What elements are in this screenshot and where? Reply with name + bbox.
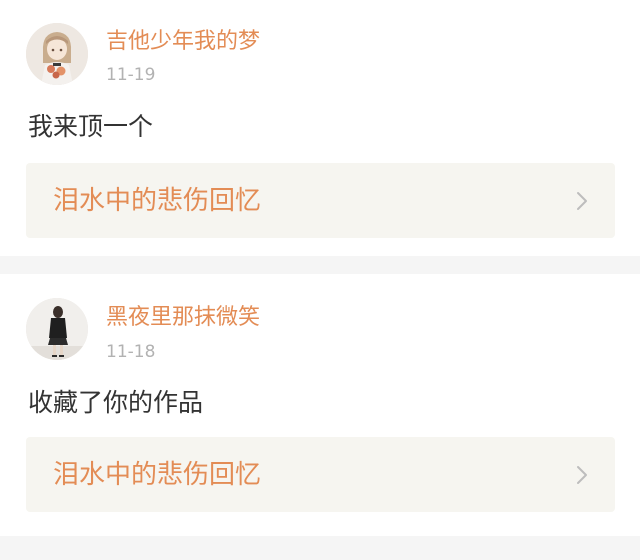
work-link[interactable]: 泪水中的悲伤回忆 bbox=[26, 163, 615, 238]
avatar-illustration bbox=[26, 298, 88, 360]
work-title: 泪水中的悲伤回忆 bbox=[53, 186, 262, 216]
comment-date: 11-19 bbox=[106, 65, 156, 85]
work-link[interactable]: 泪水中的悲伤回忆 bbox=[26, 437, 615, 512]
chevron-right-icon bbox=[577, 466, 587, 484]
avatar-illustration bbox=[26, 23, 88, 85]
user-avatar-person-icon[interactable] bbox=[26, 298, 88, 360]
username[interactable]: 黑夜里那抹微笑 bbox=[106, 305, 260, 331]
comment-card: 吉他少年我的梦 11-19 我来顶一个 泪水中的悲伤回忆 bbox=[0, 0, 640, 256]
comment-card: 黑夜里那抹微笑 11-18 收藏了你的作品 泪水中的悲伤回忆 bbox=[0, 274, 640, 536]
work-title: 泪水中的悲伤回忆 bbox=[53, 460, 262, 490]
user-avatar-girl-icon[interactable] bbox=[26, 23, 88, 85]
comment-text: 收藏了你的作品 bbox=[28, 388, 204, 417]
comment-text: 我来顶一个 bbox=[28, 112, 154, 141]
username[interactable]: 吉他少年我的梦 bbox=[106, 29, 260, 55]
comment-date: 11-18 bbox=[106, 342, 156, 362]
chevron-right-icon bbox=[577, 192, 587, 210]
